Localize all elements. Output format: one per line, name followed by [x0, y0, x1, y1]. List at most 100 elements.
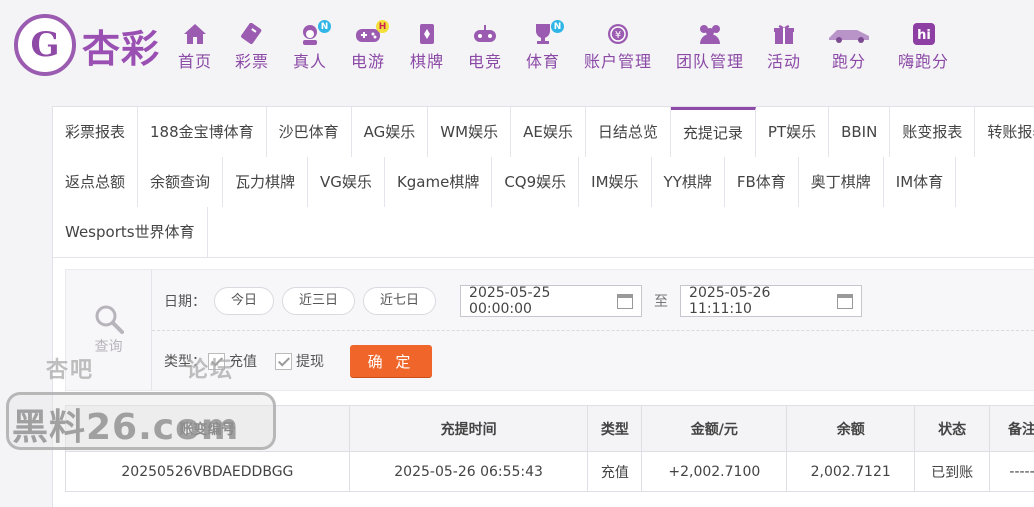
- tab-rebate-total[interactable]: 返点总额: [53, 157, 139, 207]
- nav-label: 嗨跑分: [898, 52, 950, 71]
- end-datetime-input[interactable]: 2025-05-26 11:11:10: [680, 285, 863, 317]
- tab-wm-casino[interactable]: WM娱乐: [428, 107, 512, 157]
- cell-status: 已到账: [914, 451, 991, 492]
- column-header-status: 状态: [914, 405, 991, 452]
- tab-wali-cards[interactable]: 瓦力棋牌: [223, 157, 309, 207]
- nav-label: 跑分: [831, 52, 866, 71]
- nav-live-dealer[interactable]: N 真人: [293, 20, 331, 72]
- tab-vg-casino[interactable]: VG娱乐: [308, 157, 385, 207]
- column-header-transaction-id: 账变编号: [65, 405, 350, 452]
- start-datetime-input[interactable]: 2025-05-25 00:00:00: [460, 285, 643, 317]
- lottery-ticket-icon: [239, 22, 265, 46]
- calendar-icon: [617, 293, 634, 309]
- svg-text:¥: ¥: [615, 30, 621, 41]
- nav-label: 体育: [526, 52, 561, 71]
- records-table: 账变编号 充提时间 类型 金额/元 余额 状态 备注 20250526VBDAE…: [65, 405, 1034, 492]
- type-filter-row: 类型： 充值 提现 确 定: [164, 344, 432, 378]
- nav-account-management[interactable]: ¥ 账户管理: [584, 22, 652, 72]
- nav-card-games[interactable]: 棋牌: [410, 22, 444, 72]
- start-datetime-value: 2025-05-25 00:00:00: [469, 285, 551, 317]
- new-badge: N: [551, 20, 564, 33]
- nav-esports[interactable]: 电竞: [468, 22, 502, 72]
- top-navigation-bar: G 杏彩 首页 彩票 N 真人 H 电游 棋牌 电竞 N 体育 ¥ 账户管理 团…: [0, 0, 1034, 90]
- nav-label: 首页: [178, 52, 213, 71]
- tab-transfer-report[interactable]: 转账报表: [975, 107, 1034, 157]
- nav-lottery[interactable]: 彩票: [235, 22, 269, 72]
- date-filter-row: 日期： 今日 近三日 近七日 2025-05-25 00:00:00 至 202…: [164, 285, 863, 317]
- trophy-icon: N: [530, 20, 564, 46]
- tab-cq9-casino[interactable]: CQ9娱乐: [492, 157, 580, 207]
- logo-emblem: G: [14, 14, 76, 76]
- nav-running-score[interactable]: 跑分: [827, 22, 871, 72]
- hi-app-icon: hi: [911, 22, 937, 46]
- nav-team-management[interactable]: 团队管理: [676, 22, 744, 72]
- tab-bbin[interactable]: BBIN: [829, 107, 891, 157]
- nav-label: 真人: [293, 52, 328, 71]
- nav-sports[interactable]: N 体育: [526, 20, 564, 72]
- deposit-checkbox[interactable]: 充值: [208, 351, 257, 371]
- calendar-icon: [837, 293, 854, 309]
- tab-odin-cards[interactable]: 奥丁棋牌: [799, 157, 884, 207]
- tab-row-1: 彩票报表 188金宝博体育 沙巴体育 AG娱乐 WM娱乐 AE娱乐 日结总览 充…: [53, 107, 1034, 157]
- nav-label: 团队管理: [676, 52, 745, 71]
- today-button[interactable]: 今日: [214, 287, 275, 315]
- last-7-days-button[interactable]: 近七日: [363, 287, 437, 315]
- filter-divider: [152, 330, 1034, 331]
- tab-im-casino[interactable]: IM娱乐: [579, 157, 652, 207]
- tab-pt-casino[interactable]: PT娱乐: [756, 107, 830, 157]
- column-header-type: 类型: [587, 405, 643, 452]
- tab-balance-query[interactable]: 余额查询: [138, 157, 224, 207]
- column-header-time: 充提时间: [348, 405, 589, 452]
- nav-label: 电游: [351, 52, 386, 71]
- column-header-note: 备注: [989, 405, 1034, 452]
- withdraw-checkbox-label: 提现: [296, 354, 324, 370]
- gamepad-icon: H: [355, 20, 389, 46]
- last-3-days-button[interactable]: 近三日: [282, 287, 356, 315]
- confirm-button[interactable]: 确 定: [350, 345, 432, 377]
- brand-logo[interactable]: G 杏彩: [14, 14, 160, 76]
- nav-slots[interactable]: H 电游: [351, 20, 389, 72]
- tab-deposit-withdraw-records[interactable]: 充提记录: [670, 107, 756, 157]
- cell-amount: +2,002.7100: [641, 451, 788, 492]
- coin-icon: ¥: [605, 22, 631, 46]
- nav-label: 账户管理: [584, 52, 653, 71]
- report-panel: 彩票报表 188金宝博体育 沙巴体育 AG娱乐 WM娱乐 AE娱乐 日结总览 充…: [52, 106, 1034, 507]
- tab-ag-casino[interactable]: AG娱乐: [352, 107, 429, 157]
- cell-transaction-id: 20250526VBDAEDDBGG: [65, 451, 350, 492]
- nav-promotions[interactable]: 活动: [767, 22, 801, 72]
- deposit-checkbox-label: 充值: [229, 354, 257, 370]
- table-header-row: 账变编号 充提时间 类型 金额/元 余额 状态 备注: [65, 405, 1034, 452]
- tab-kgame-cards[interactable]: Kgame棋牌: [385, 157, 493, 207]
- column-header-amount: 金额/元: [641, 405, 788, 452]
- tab-lottery-report[interactable]: 彩票报表: [53, 107, 139, 157]
- tab-im-sports[interactable]: IM体育: [884, 157, 957, 207]
- withdraw-checkbox[interactable]: 提现: [275, 351, 324, 371]
- cell-type: 充值: [587, 451, 643, 492]
- tab-ae-casino[interactable]: AE娱乐: [511, 107, 586, 157]
- tab-fb-sports[interactable]: FB体育: [725, 157, 799, 207]
- nav-hi-running-score[interactable]: hi 嗨跑分: [898, 22, 949, 72]
- tab-row-2: 返点总额 余额查询 瓦力棋牌 VG娱乐 Kgame棋牌 CQ9娱乐 IM娱乐 Y…: [53, 157, 957, 207]
- home-icon: [182, 22, 208, 46]
- date-label: 日期：: [164, 294, 206, 310]
- race-car-icon: [827, 22, 871, 46]
- hot-badge: H: [376, 20, 389, 33]
- checkbox-checked-icon: [275, 352, 292, 370]
- tab-daily-summary[interactable]: 日结总览: [586, 107, 671, 157]
- checkbox-checked-icon: [208, 352, 225, 370]
- tab-yy-cards[interactable]: YY棋牌: [652, 157, 725, 207]
- tab-balance-change-report[interactable]: 账变报表: [890, 107, 976, 157]
- query-button[interactable]: 查询: [66, 270, 152, 390]
- svg-text:hi: hi: [917, 28, 931, 43]
- nav-label: 棋牌: [410, 52, 445, 71]
- tab-188-sports[interactable]: 188金宝博体育: [138, 107, 267, 157]
- nav-home[interactable]: 首页: [178, 22, 212, 72]
- tab-saba-sports[interactable]: 沙巴体育: [267, 107, 352, 157]
- tab-wesports[interactable]: Wesports世界体育: [53, 207, 208, 257]
- brand-name: 杏彩: [82, 26, 161, 71]
- controller-icon: [472, 22, 498, 46]
- team-icon: [697, 22, 723, 46]
- table-row: 20250526VBDAEDDBGG 2025-05-26 06:55:43 充…: [65, 451, 1034, 492]
- end-datetime-value: 2025-05-26 11:11:10: [689, 285, 771, 317]
- cards-icon: [414, 22, 440, 46]
